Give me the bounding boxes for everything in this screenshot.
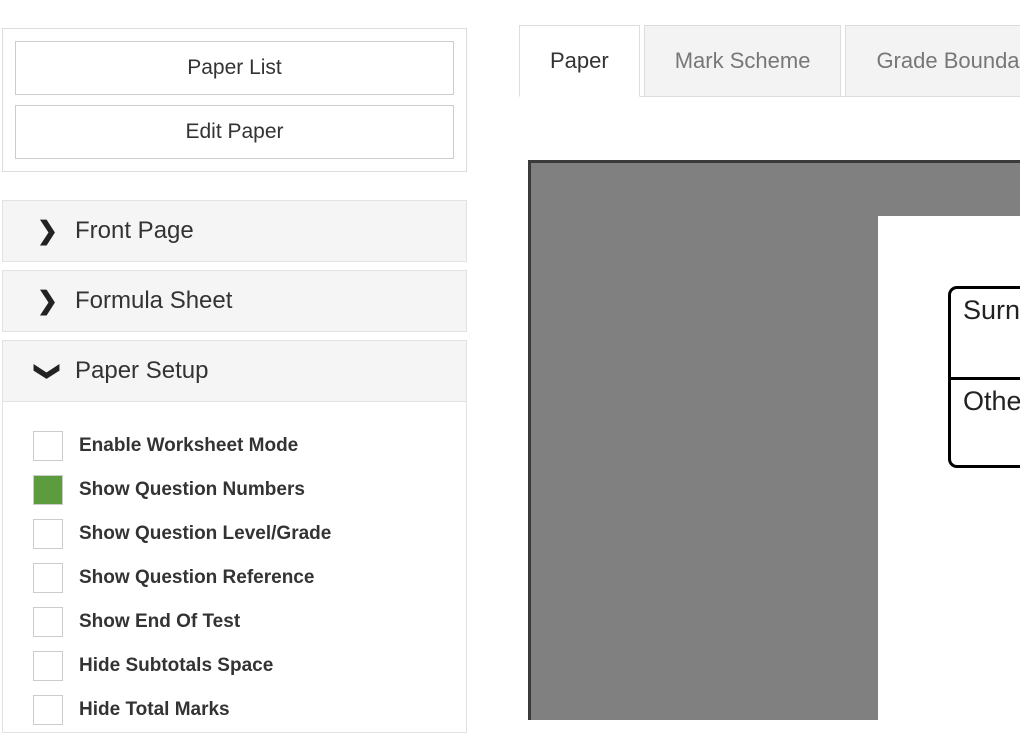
sidebar-accordion: Front Page Formula Sheet Paper Setup: [2, 200, 467, 733]
nav-card: Paper List Edit Paper: [2, 28, 467, 172]
tab-grade-boundaries[interactable]: Grade Boundaries: [845, 25, 1020, 97]
chevron-right-icon: [37, 219, 59, 244]
accordion-title: Front Page: [75, 217, 194, 244]
tab-mark-scheme[interactable]: Mark Scheme: [643, 25, 842, 97]
checkbox-enable-worksheet-mode[interactable]: [33, 431, 63, 461]
checkbox-row-hide-total-marks[interactable]: Hide Total Marks: [3, 688, 466, 732]
main-panel: Paper Mark Scheme Grade Boundaries Surna…: [519, 25, 1020, 744]
checkbox-hide-subtotals-space[interactable]: [33, 651, 63, 681]
checkbox-label: Show Question Reference: [79, 567, 315, 588]
checkbox-label: Show End Of Test: [79, 611, 241, 632]
sidebar: Paper List Edit Paper Front Page Formula…: [2, 28, 467, 733]
checkbox-show-end-of-test[interactable]: [33, 607, 63, 637]
surname-field-label: Surname: [963, 295, 1020, 325]
candidate-name-box: Surname Other names: [948, 286, 1020, 468]
tab-paper[interactable]: Paper: [519, 25, 640, 97]
paper-preview: Surname Other names: [519, 160, 1020, 720]
checkbox-row-hide-subtotals-space[interactable]: Hide Subtotals Space: [3, 644, 466, 688]
accordion-item-formula-sheet: Formula Sheet: [2, 270, 467, 332]
checkbox-label: Hide Subtotals Space: [79, 655, 274, 676]
checkbox-row-enable-worksheet-mode[interactable]: Enable Worksheet Mode: [3, 424, 466, 468]
checkbox-row-show-question-reference[interactable]: Show Question Reference: [3, 556, 466, 600]
checkbox-show-question-numbers[interactable]: [33, 475, 63, 505]
app-root: Paper List Edit Paper Front Page Formula…: [0, 0, 1020, 744]
checkbox-show-question-level-grade[interactable]: [33, 519, 63, 549]
checkbox-row-show-question-level-grade[interactable]: Show Question Level/Grade: [3, 512, 466, 556]
chevron-right-icon: [37, 289, 59, 314]
checkbox-label: Enable Worksheet Mode: [79, 435, 299, 456]
other-names-field-label: Other names: [951, 377, 1020, 465]
checkbox-hide-total-marks[interactable]: [33, 695, 63, 725]
accordion-header-formula-sheet[interactable]: Formula Sheet: [2, 270, 467, 332]
accordion-header-paper-setup[interactable]: Paper Setup: [2, 340, 467, 402]
accordion-title: Formula Sheet: [75, 287, 233, 314]
checkbox-show-question-reference[interactable]: [33, 563, 63, 593]
chevron-down-icon: [37, 359, 59, 384]
paper-list-button[interactable]: Paper List: [15, 41, 454, 95]
checkbox-row-show-question-numbers[interactable]: Show Question Numbers: [3, 468, 466, 512]
accordion-header-front-page[interactable]: Front Page: [2, 200, 467, 262]
paper-setup-panel: Enable Worksheet Mode Show Question Numb…: [2, 402, 467, 733]
checkbox-row-show-end-of-test[interactable]: Show End Of Test: [3, 600, 466, 644]
checkbox-label: Show Question Numbers: [79, 479, 305, 500]
accordion-title: Paper Setup: [75, 357, 209, 384]
preview-page: Surname Other names: [878, 216, 1020, 720]
accordion-item-front-page: Front Page: [2, 200, 467, 262]
tab-bar: Paper Mark Scheme Grade Boundaries: [519, 25, 1020, 97]
accordion-item-paper-setup: Paper Setup Enable Worksheet Mode Show Q…: [2, 340, 467, 733]
edit-paper-button[interactable]: Edit Paper: [15, 105, 454, 159]
checkbox-label: Show Question Level/Grade: [79, 523, 332, 544]
checkbox-label: Hide Total Marks: [79, 699, 230, 720]
